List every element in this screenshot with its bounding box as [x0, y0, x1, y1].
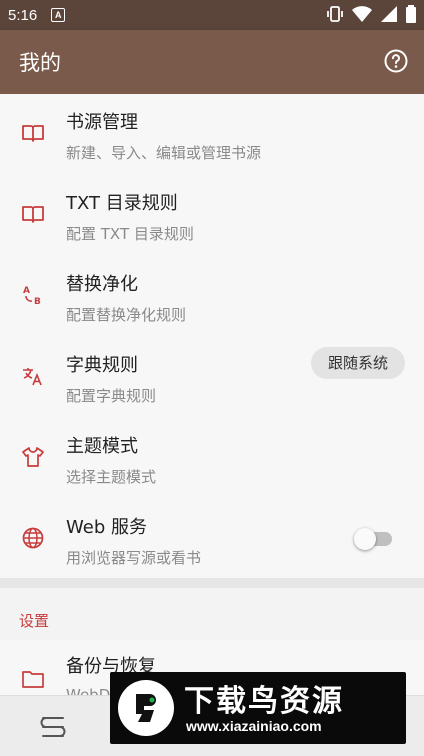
section-divider	[0, 578, 424, 588]
item-title: Web 服务	[66, 517, 147, 538]
replace-ab-icon: A B	[23, 286, 41, 306]
watermark-logo: 下载鸟资源 www.xiazainiao.com	[110, 672, 406, 744]
item-title: 替换净化	[66, 274, 138, 295]
item-subtitle: 配置 TXT 目录规则	[66, 225, 194, 243]
item-title: 书源管理	[66, 112, 138, 133]
wifi-icon	[352, 6, 372, 22]
folder-icon	[22, 671, 44, 688]
menu-item-book-source[interactable]: 书源管理 新建、导入、编辑或管理书源	[0, 94, 424, 175]
book-open-icon	[22, 206, 44, 223]
item-subtitle: 配置字典规则	[66, 387, 157, 405]
menu-item-txt-toc-rules[interactable]: TXT 目录规则 配置 TXT 目录规则	[0, 175, 424, 256]
help-circle-icon[interactable]	[384, 49, 408, 73]
status-icons	[326, 5, 416, 23]
item-subtitle: WebD	[66, 686, 111, 695]
translate-icon	[23, 368, 42, 386]
app-bar: 我的	[0, 30, 424, 94]
toggle-thumb	[354, 528, 376, 550]
signal-icon	[381, 6, 397, 22]
bookshelf-icon[interactable]	[40, 714, 66, 740]
tshirt-icon	[22, 447, 44, 467]
status-time: 5:16	[8, 6, 38, 24]
settings-section-label: 设置	[19, 612, 50, 630]
item-subtitle: 选择主题模式	[66, 468, 157, 486]
menu-item-replace-rules[interactable]: A B 替换净化 配置替换净化规则	[0, 256, 424, 337]
bird-logo-icon	[118, 680, 174, 736]
vibrate-icon	[327, 6, 343, 22]
svg-text:B: B	[34, 297, 41, 306]
menu-list: 书源管理 新建、导入、编辑或管理书源 TXT 目录规则 配置 TXT 目录规则 …	[0, 94, 424, 580]
item-title: 主题模式	[66, 436, 138, 457]
book-open-icon	[22, 125, 44, 142]
item-subtitle: 用浏览器写源或看书	[66, 549, 202, 567]
item-subtitle: 新建、导入、编辑或管理书源	[66, 144, 262, 162]
item-title: 字典规则	[66, 355, 138, 376]
item-title: TXT 目录规则	[66, 193, 178, 214]
menu-item-theme-mode[interactable]: 主题模式 选择主题模式	[0, 418, 424, 499]
svg-text:A: A	[23, 286, 30, 296]
globe-icon	[22, 527, 44, 549]
web-service-toggle[interactable]	[354, 528, 392, 550]
watermark-brand: 下载鸟资源	[184, 684, 344, 719]
watermark-url: www.xiazainiao.com	[186, 718, 322, 734]
theme-mode-value-chip[interactable]: 跟随系统	[311, 347, 405, 379]
notification-icon: A	[51, 8, 66, 22]
item-subtitle: 配置替换净化规则	[66, 306, 187, 324]
battery-icon	[406, 5, 416, 23]
status-bar: 5:16 A	[0, 0, 424, 30]
page-title: 我的	[19, 51, 61, 75]
